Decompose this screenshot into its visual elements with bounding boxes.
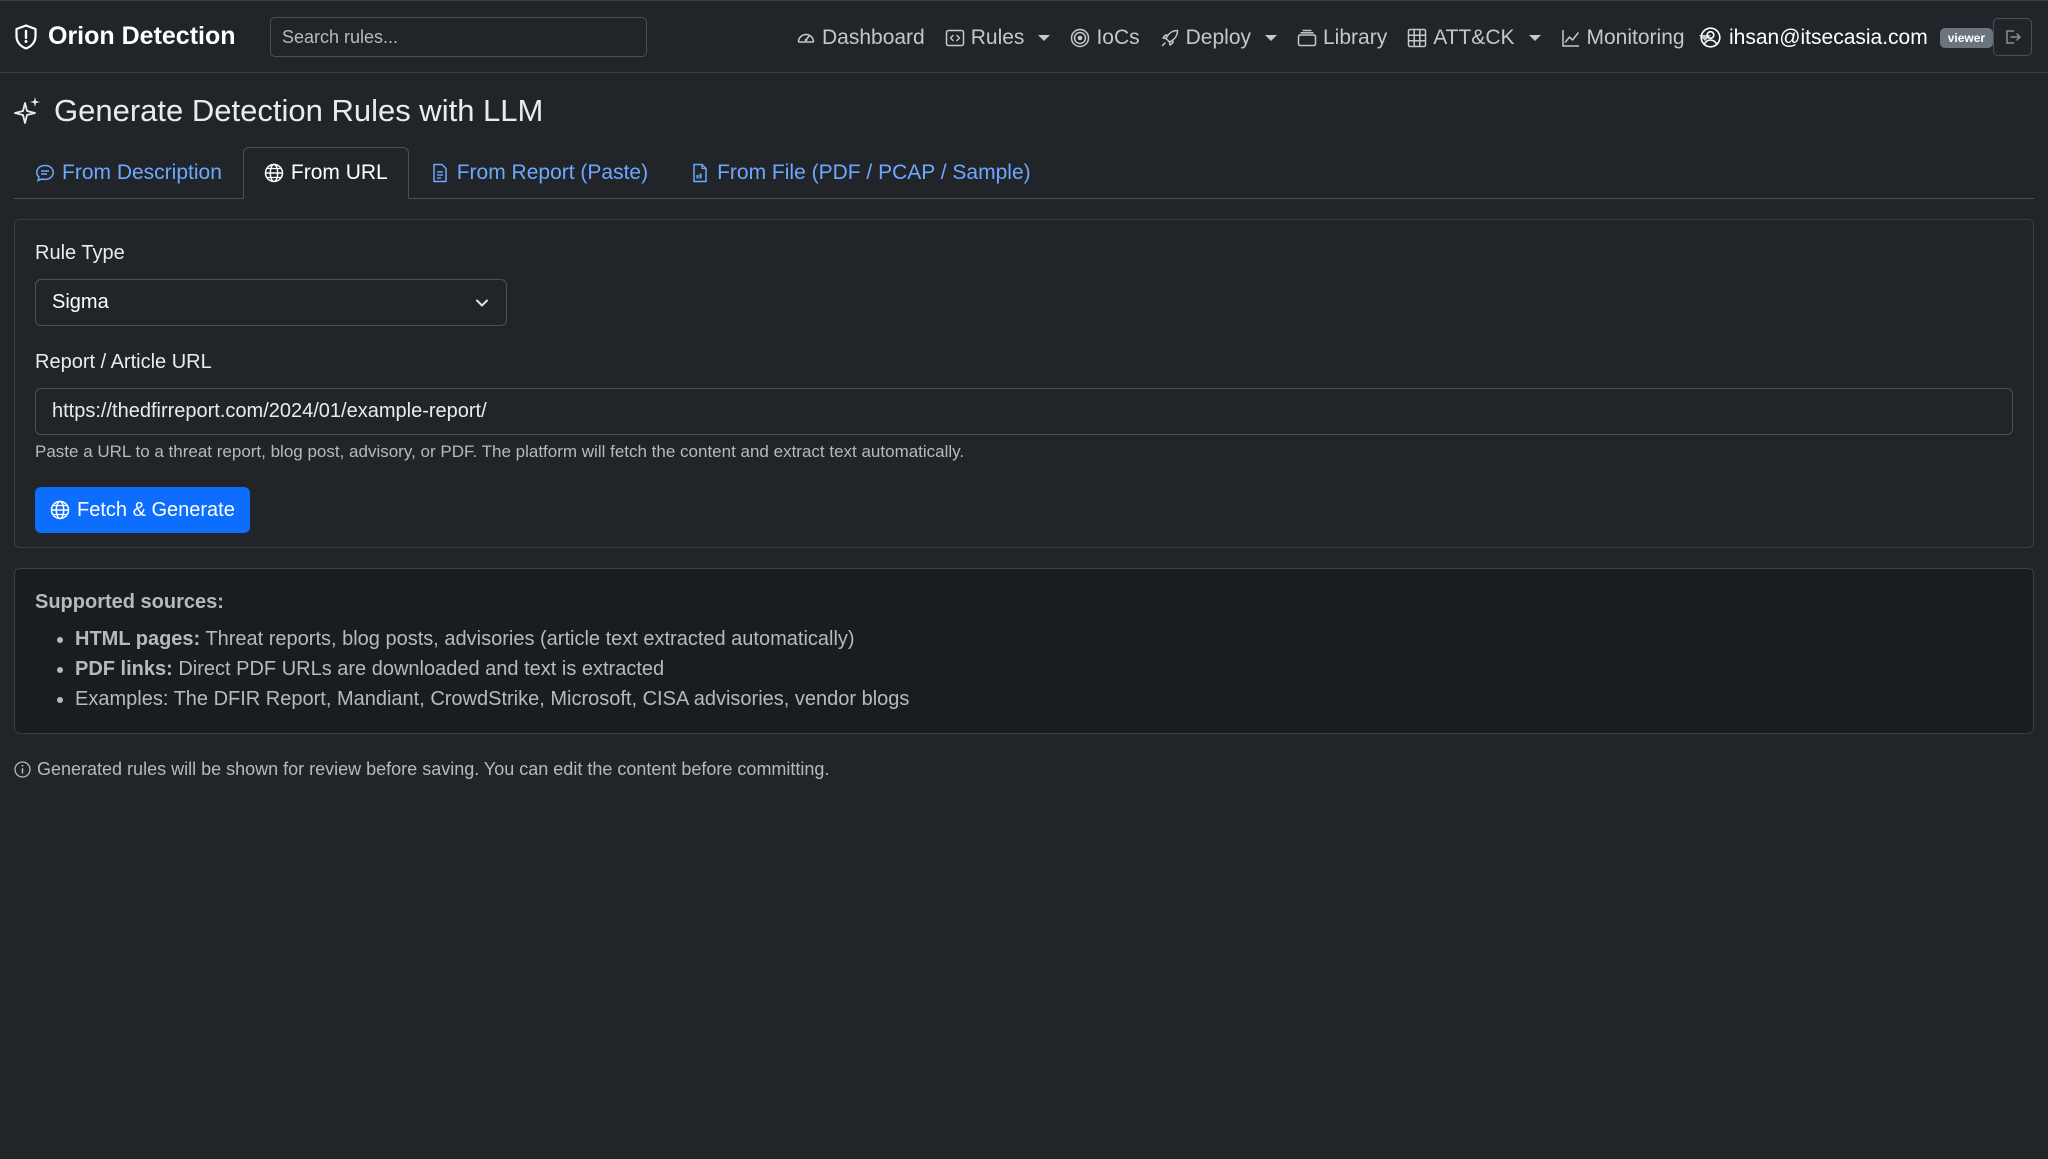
bullseye-icon xyxy=(1070,28,1090,48)
source-description: Threat reports, blog posts, advisories (… xyxy=(200,628,855,650)
source-tabs: From Description From URL From Report (P… xyxy=(14,147,2034,199)
chevron-down-icon xyxy=(1528,34,1541,41)
list-item: Examples: The DFIR Report, Mandiant, Cro… xyxy=(75,684,2013,714)
nav-deploy[interactable]: Deploy xyxy=(1160,26,1277,50)
sources-list: HTML pages: Threat reports, blog posts, … xyxy=(35,624,2013,714)
top-navbar: Orion Detection Dashboard Rules IoCs Dep… xyxy=(0,0,2048,73)
nav-rules-label: Rules xyxy=(970,25,1025,49)
source-type-label: PDF links: xyxy=(75,658,173,680)
logout-icon xyxy=(2004,28,2022,46)
review-footnote: Generated rules will be shown for review… xyxy=(14,759,2034,780)
page-content: Generate Detection Rules with LLM From D… xyxy=(0,85,2048,780)
footnote-text: Generated rules will be shown for review… xyxy=(37,759,830,779)
chevron-down-icon xyxy=(474,295,490,311)
brand-name: Orion Detection xyxy=(48,22,236,50)
chevron-down-icon xyxy=(1038,34,1051,41)
user-email: ihsan@itsecasia.com xyxy=(1729,25,1928,49)
source-type-label: HTML pages: xyxy=(75,628,201,650)
chevron-down-icon xyxy=(1265,34,1277,41)
sparkles-icon xyxy=(14,96,42,126)
nav-menu: Dashboard Rules IoCs Deploy Library ATT&… xyxy=(796,1,1731,74)
rule-type-value: Sigma xyxy=(52,291,109,313)
tab-from-report[interactable]: From Report (Paste) xyxy=(409,147,669,199)
nav-iocs-label: IoCs xyxy=(1096,25,1140,49)
search-input[interactable] xyxy=(270,17,647,57)
code-icon xyxy=(945,28,965,48)
tab-from-url-label: From URL xyxy=(290,161,388,184)
rule-type-label: Rule Type xyxy=(35,242,125,264)
url-help-text: Paste a URL to a threat report, blog pos… xyxy=(35,442,965,461)
grid-icon xyxy=(1407,28,1427,48)
tab-from-file-label: From File (PDF / PCAP / Sample) xyxy=(717,161,1031,184)
page-title-text: Generate Detection Rules with LLM xyxy=(54,93,544,128)
fetch-generate-label: Fetch & Generate xyxy=(77,498,235,521)
nav-dashboard-label: Dashboard xyxy=(822,25,925,49)
url-input[interactable] xyxy=(35,388,2013,435)
globe-icon xyxy=(264,163,284,183)
tab-from-file[interactable]: From File (PDF / PCAP / Sample) xyxy=(669,147,1052,199)
nav-dashboard[interactable]: Dashboard xyxy=(796,26,925,50)
nav-iocs[interactable]: IoCs xyxy=(1070,25,1140,50)
source-description: Examples: The DFIR Report, Mandiant, Cro… xyxy=(75,688,910,710)
globe-icon xyxy=(50,500,70,520)
nav-attack[interactable]: ATT&CK xyxy=(1407,25,1541,50)
nav-monitoring[interactable]: Monitoring xyxy=(1561,26,1711,50)
list-item: HTML pages: Threat reports, blog posts, … xyxy=(75,624,2013,654)
url-label: Report / Article URL xyxy=(35,351,212,373)
tab-from-description[interactable]: From Description xyxy=(14,147,243,199)
sources-title: Supported sources: xyxy=(35,591,224,613)
source-description: Direct PDF URLs are downloaded and text … xyxy=(172,658,665,680)
nav-monitoring-label: Monitoring xyxy=(1586,25,1685,49)
rocket-icon xyxy=(1160,28,1180,48)
url-form-card: Rule Type Sigma Report / Article URL Pas… xyxy=(14,219,2034,548)
user-circle-icon xyxy=(1700,27,1721,48)
chart-line-icon xyxy=(1561,28,1581,48)
tab-from-description-label: From Description xyxy=(62,161,222,184)
fetch-generate-button[interactable]: Fetch & Generate xyxy=(35,487,250,533)
logout-button[interactable] xyxy=(1993,18,2032,56)
speedometer-icon xyxy=(796,28,816,48)
document-text-icon xyxy=(430,163,450,183)
file-icon xyxy=(690,163,710,183)
collection-icon xyxy=(1297,28,1317,48)
role-badge: viewer xyxy=(1939,27,1994,48)
brand[interactable]: Orion Detection xyxy=(14,22,236,51)
nav-library-label: Library xyxy=(1323,25,1388,49)
tab-from-report-label: From Report (Paste) xyxy=(456,161,649,184)
info-circle-icon xyxy=(14,761,31,778)
page-title: Generate Detection Rules with LLM xyxy=(14,85,2034,137)
list-item: PDF links: Direct PDF URLs are downloade… xyxy=(75,654,2013,684)
nav-library[interactable]: Library xyxy=(1297,26,1387,50)
shield-icon xyxy=(14,23,38,50)
nav-deploy-label: Deploy xyxy=(1185,25,1251,49)
rule-type-select[interactable]: Sigma xyxy=(35,279,507,326)
chat-icon xyxy=(35,163,55,183)
supported-sources-panel: Supported sources: HTML pages: Threat re… xyxy=(14,568,2034,734)
nav-attack-label: ATT&CK xyxy=(1433,25,1515,49)
tab-from-url[interactable]: From URL xyxy=(242,147,409,199)
user-menu[interactable]: ihsan@itsecasia.com viewer xyxy=(1700,1,1994,74)
nav-rules[interactable]: Rules xyxy=(945,26,1051,50)
